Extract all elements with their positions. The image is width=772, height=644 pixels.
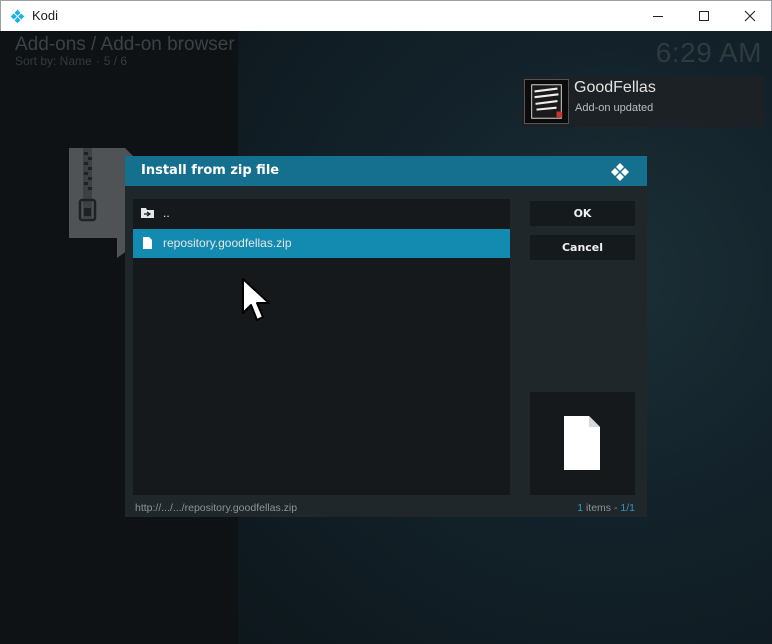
dialog-header: Install from zip file xyxy=(125,156,647,186)
sort-info: Sort by: Name · 5 / 6 xyxy=(15,54,127,68)
kodi-logo-icon xyxy=(10,9,25,24)
dialog-title: Install from zip file xyxy=(141,163,280,178)
list-item-parent-folder[interactable]: .. xyxy=(133,199,510,228)
item-count-label: items - xyxy=(583,502,621,514)
close-icon xyxy=(744,10,756,22)
close-button[interactable] xyxy=(727,1,772,31)
kodi-stage: Add-ons / Add-on browser Sort by: Name · 5… xyxy=(0,31,772,644)
kodi-logo-icon xyxy=(611,163,629,181)
clock: 6:29 AM xyxy=(655,37,762,68)
file-list[interactable]: .. repository.goodfellas.zip xyxy=(133,199,510,495)
notification-toast: GoodFellas Add-on updated xyxy=(521,76,764,127)
sort-label: Sort by: Name xyxy=(15,54,92,68)
list-item-repository-zip[interactable]: repository.goodfellas.zip xyxy=(133,229,510,258)
minimize-button[interactable] xyxy=(635,1,681,31)
file-icon xyxy=(143,237,152,249)
notification-message: Add-on updated xyxy=(575,102,654,114)
mouse-pointer-icon xyxy=(242,278,270,321)
list-item-label: .. xyxy=(163,206,170,220)
minimize-icon xyxy=(653,16,663,17)
window-title: Kodi xyxy=(32,8,59,23)
cancel-button[interactable]: Cancel xyxy=(530,235,635,260)
page-title: Add-ons / Add-on browser xyxy=(15,34,235,55)
install-zip-dialog: Install from zip file .. repository.good… xyxy=(125,156,647,517)
item-position: 5 / 6 xyxy=(103,54,128,68)
addon-thumbnail-icon xyxy=(524,79,569,124)
notification-title: GoodFellas xyxy=(574,79,656,96)
folder-up-icon xyxy=(141,208,154,218)
file-icon xyxy=(564,416,600,470)
file-preview xyxy=(530,392,635,495)
current-path: http://.../.../repository.goodfellas.zip xyxy=(135,502,298,514)
ok-button[interactable]: OK xyxy=(530,201,635,226)
window-titlebar: Kodi xyxy=(0,0,772,31)
list-item-label: repository.goodfellas.zip xyxy=(163,236,292,250)
item-count: 1 items - 1/1 xyxy=(577,502,635,514)
maximize-button[interactable] xyxy=(681,1,727,31)
maximize-icon xyxy=(699,11,709,21)
page-indicator: 1/1 xyxy=(620,502,635,514)
separator: · xyxy=(95,54,100,68)
